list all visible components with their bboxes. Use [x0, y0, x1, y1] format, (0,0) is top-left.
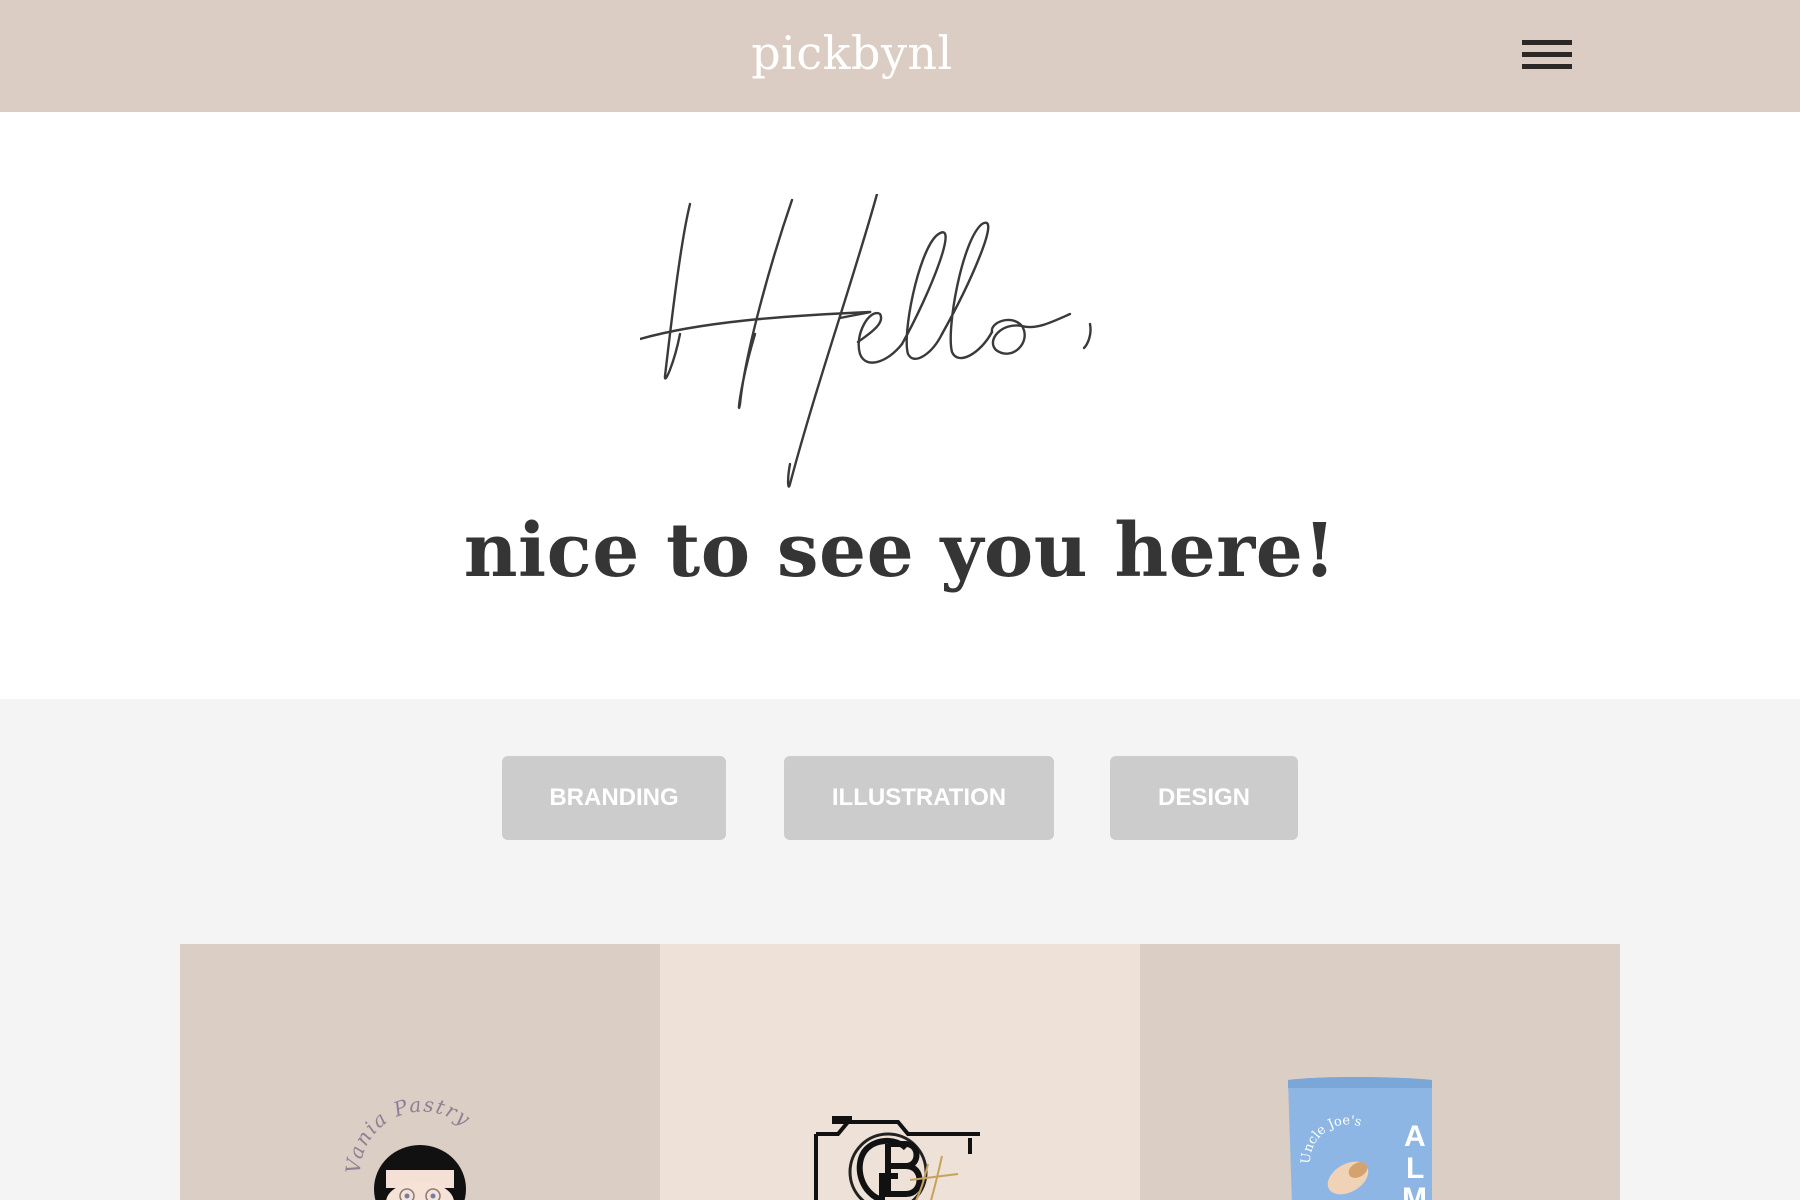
portfolio-grid: Vania Pastry Uncle Joe's A L M — [180, 944, 1620, 1200]
filter-branding-button[interactable]: BRANDING — [502, 756, 726, 840]
hamburger-icon[interactable] — [1522, 40, 1572, 74]
almond-package-image: Uncle Joe's A L M — [1288, 1077, 1432, 1200]
hero-tagline: nice to see you here! — [463, 508, 1337, 594]
filter-design-button[interactable]: DESIGN — [1110, 756, 1298, 840]
portfolio-tile-vania-pastry[interactable]: Vania Pastry — [180, 944, 660, 1200]
svg-text:L: L — [1406, 1152, 1424, 1185]
portfolio-filter-bar: BRANDING ILLUSTRATION DESIGN — [0, 756, 1800, 840]
site-logo[interactable]: pickbynl — [0, 26, 1704, 80]
vania-pastry-logo: Vania Pastry — [341, 1094, 474, 1200]
hello-script-heading — [640, 194, 1092, 488]
svg-text:M: M — [1402, 1182, 1427, 1200]
filter-illustration-button[interactable]: ILLUSTRATION — [784, 756, 1054, 840]
gb-camera-logo — [814, 1116, 980, 1200]
portfolio-tile-gb-photography[interactable] — [660, 944, 1140, 1200]
portfolio-tile-uncle-joes-almonds[interactable]: Uncle Joe's A L M — [1140, 944, 1620, 1200]
svg-text:A: A — [1404, 1120, 1426, 1153]
hero-section: nice to see you here! — [0, 112, 1800, 699]
top-navigation-bar: pickbynl — [0, 0, 1800, 112]
